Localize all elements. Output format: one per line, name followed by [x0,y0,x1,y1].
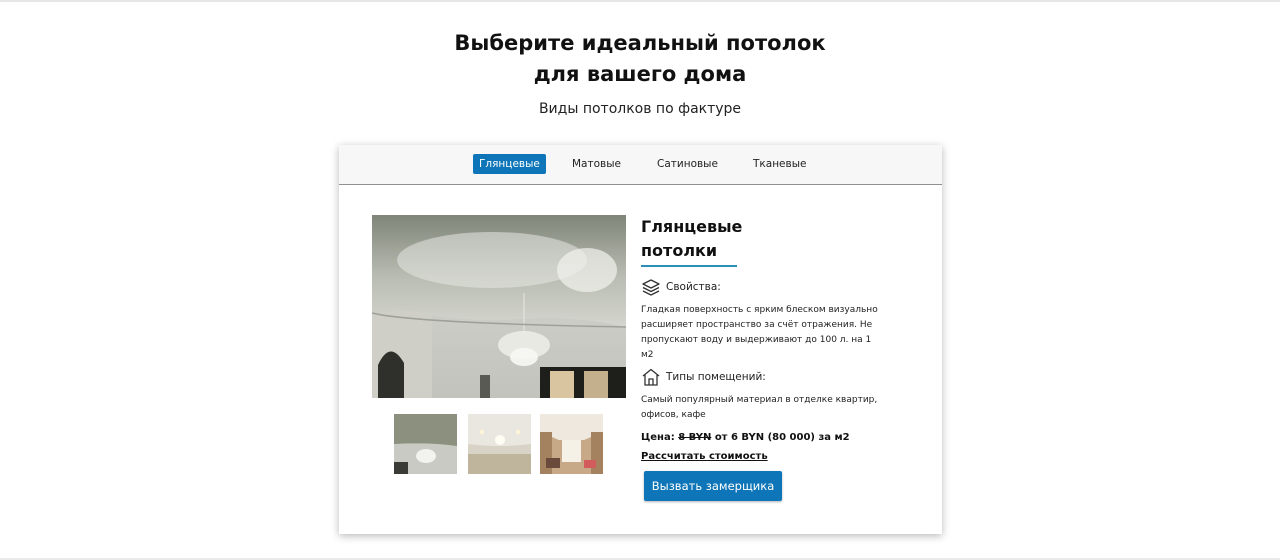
thumbnail-3[interactable] [540,414,603,474]
page-title-line-2: для вашего дома [533,62,747,86]
layers-icon [642,279,660,296]
main-product-photo [372,215,626,398]
texture-tabs: Глянцевые Матовые Сатиновые Тканевые [339,145,942,185]
properties-description: Гладкая поверхность с ярким блеском визу… [641,303,881,363]
page-subtitle: Виды потолков по фактуре [538,101,742,117]
properties-heading: Свойства: [641,277,901,297]
tab-fabric[interactable]: Тканевые [747,154,812,174]
rooms-label: Типы помещений: [666,371,766,383]
product-title-line-1: Глянцевые [641,217,743,236]
top-divider [0,0,1280,2]
price: Цена: 8 BYN от 6 BYN (80 000) за м2 [641,432,901,443]
page-title-line-1: Выберите идеальный потолок [454,31,826,55]
properties-line-3: пропускают воду и выдерживают до 100 л. … [641,335,872,360]
rooms-description: Самый популярный материал в отделке квар… [641,393,881,423]
properties-line-2: расширяет пространство за счёт отражения… [641,320,873,330]
properties-label: Свойства: [666,281,721,293]
rooms-heading: Типы помещений: [641,367,901,387]
thumbnail-2[interactable] [468,414,531,474]
calculate-cost-link[interactable]: Рассчитать стоимость [641,451,768,462]
properties-line-1: Гладкая поверхность с ярким блеском визу… [641,305,878,315]
rooms-line-1: Самый популярный материал в отделке квар… [641,395,878,405]
page-title: Выберите идеальный потолок для вашего до… [0,28,1280,90]
tab-satin[interactable]: Сатиновые [651,154,724,174]
tab-matte[interactable]: Матовые [566,154,627,174]
price-old: 8 BYN [678,432,712,443]
price-label: Цена: [641,432,675,443]
product-title: Глянцевые потолки [641,215,743,267]
house-icon [642,368,660,386]
product-info: Глянцевые потолки Свойства: Гладкая пове… [641,215,901,501]
rooms-line-2: офисов, кафе [641,410,706,420]
ceiling-types-card: Глянцевые Матовые Сатиновые Тканевые Гля… [339,145,942,534]
product-title-line-2: потолки [641,241,718,260]
thumbnail-1[interactable] [394,414,457,474]
tab-glossy[interactable]: Глянцевые [473,154,546,174]
call-measurer-button[interactable]: Вызвать замерщика [644,471,782,501]
price-new: от 6 BYN (80 000) за м2 [714,432,850,443]
